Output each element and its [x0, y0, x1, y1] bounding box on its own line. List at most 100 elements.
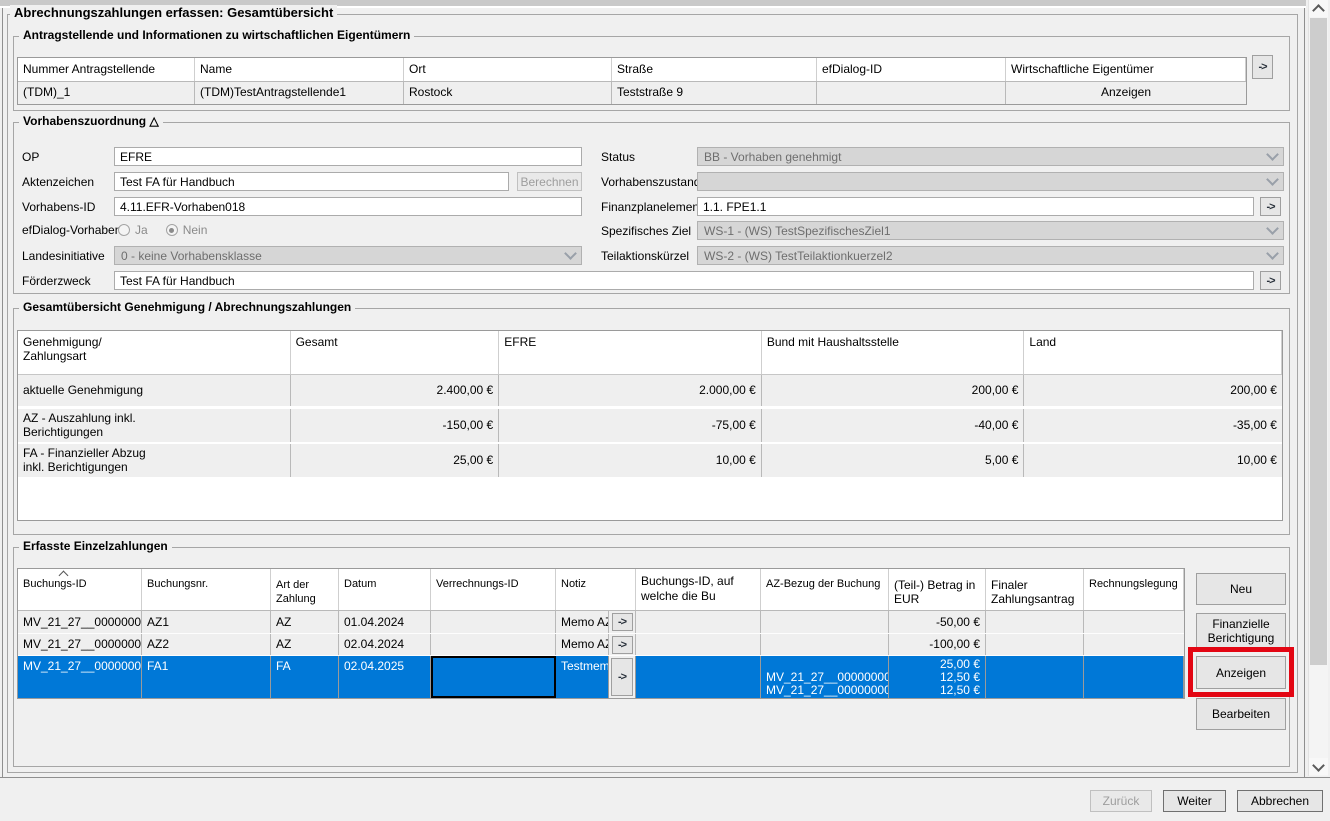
foerderzweck-detail-button[interactable]: ->	[1260, 271, 1281, 290]
status-dropdown[interactable]: BB - Vorhaben genehmigt	[697, 147, 1284, 166]
payment-az-bezug	[761, 634, 889, 655]
chevron-down-icon	[1266, 222, 1279, 235]
overview-col-efre: EFRE	[499, 331, 762, 374]
overview-col-land: Land	[1024, 331, 1282, 374]
berechnen-button[interactable]: Berechnen	[517, 172, 582, 191]
dialog-window: Abrechnungszahlungen erfassen: Gesamtübe…	[0, 0, 1330, 821]
payment-buchung-auf	[636, 611, 761, 633]
section-vorhaben: Vorhabenszuordnung △ OP EFRE Aktenzeiche…	[13, 122, 1290, 294]
payments-col-buchung-auf[interactable]: Buchungs-ID, auf welche die Bu	[636, 569, 761, 610]
vorhabenszustand-dropdown[interactable]	[697, 172, 1284, 191]
neu-button[interactable]: Neu	[1196, 573, 1286, 605]
payments-col-art[interactable]: Art der Zahlung	[271, 569, 339, 610]
payment-row-3-selected[interactable]: MV_21_27__0000000061 FA1 FA 02.04.2025 T…	[18, 656, 1184, 698]
overview-row-az[interactable]: AZ - Auszahlung inkl. Berichtigungen -15…	[18, 409, 1282, 442]
window-border-bottom	[0, 777, 1330, 778]
abbrechen-button[interactable]: Abbrechen	[1237, 790, 1323, 812]
landesinitiative-dropdown[interactable]: 0 - keine Vorhabensklasse	[114, 246, 582, 265]
payment-rechnung	[1084, 611, 1184, 633]
spezifisches-ziel-label: Spezifisches Ziel	[601, 224, 691, 238]
payment-betrag: 25,00 € 12,50 € 12,50 €	[889, 656, 986, 698]
overview-gesamt: 2.400,00 €	[291, 375, 500, 406]
vorhabens-id-field[interactable]: 4.11.EFR-Vorhaben018	[114, 197, 582, 216]
payment-verrechnung	[431, 611, 556, 633]
payments-col-rechnungslegung[interactable]: Rechnungslegung	[1084, 569, 1184, 610]
applicants-table: Nummer Antragstellende Name Ort Straße e…	[17, 57, 1247, 105]
weiter-button[interactable]: Weiter	[1163, 790, 1226, 812]
memo-open-button[interactable]: ->	[612, 636, 633, 654]
payment-row-2[interactable]: MV_21_27__0000000056 AZ2 AZ 02.04.2024 M…	[18, 634, 1184, 656]
payment-art: FA	[271, 656, 339, 698]
memo-open-button[interactable]: ->	[611, 658, 633, 696]
teilaktionskuerzel-value: WS-2 - (WS) TestTeilaktionkuerzel2	[704, 249, 893, 263]
radio-ja-label: Ja	[135, 223, 148, 237]
applicants-col-eigentuemer: Wirtschaftliche Eigentümer	[1006, 58, 1246, 81]
payment-row-1[interactable]: MV_21_27__0000000055 AZ1 AZ 01.04.2024 M…	[18, 611, 1184, 634]
memo-cell: ->	[609, 611, 636, 633]
payment-finaler	[986, 656, 1084, 698]
window-border-right	[1304, 8, 1305, 777]
applicants-col-strasse: Straße	[612, 58, 817, 81]
scroll-up-arrow[interactable]	[1309, 0, 1328, 17]
payment-datum: 01.04.2024	[339, 611, 431, 633]
memo-open-button[interactable]: ->	[612, 613, 633, 631]
scroll-down-arrow[interactable]	[1309, 758, 1328, 775]
payments-col-datum[interactable]: Datum	[339, 569, 431, 610]
chevron-down-icon	[1266, 173, 1279, 186]
teilaktionskuerzel-dropdown[interactable]: WS-2 - (WS) TestTeilaktionkuerzel2	[697, 246, 1284, 265]
payment-notiz: Testmemo	[556, 656, 609, 698]
payments-col-finaler[interactable]: Finaler Zahlungsantrag	[986, 569, 1084, 610]
applicants-detail-button[interactable]: ->	[1252, 55, 1273, 79]
payment-art: AZ	[271, 634, 339, 655]
vertical-scrollbar[interactable]	[1308, 0, 1328, 776]
payments-col-verrechnungs-id[interactable]: Verrechnungs-ID	[431, 569, 556, 610]
payments-col-betrag[interactable]: (Teil-) Betrag in EUR	[889, 569, 986, 610]
payment-id: MV_21_27__0000000061	[18, 656, 142, 698]
payment-betrag: -100,00 €	[889, 634, 986, 655]
vorhabenszustand-label: Vorhabenszustand	[601, 175, 700, 189]
radio-ja[interactable]	[118, 224, 130, 236]
aktenzeichen-field[interactable]: Test FA für Handbuch	[114, 172, 509, 191]
scrollbar-thumb[interactable]	[1310, 18, 1327, 665]
overview-col-art: Genehmigung/ Zahlungsart	[18, 331, 291, 374]
overview-bund: 5,00 €	[762, 444, 1025, 477]
memo-cell: ->	[609, 634, 636, 655]
zurueck-button[interactable]: Zurück	[1090, 790, 1152, 812]
chevron-down-icon	[1312, 759, 1325, 772]
finanzplanelement-detail-button[interactable]: ->	[1260, 197, 1281, 216]
payments-col-buchungs-id[interactable]: Buchungs-ID	[18, 569, 142, 610]
foerderzweck-field[interactable]: Test FA für Handbuch	[114, 271, 1254, 290]
payments-col-notiz[interactable]: Notiz	[556, 569, 636, 610]
op-label: OP	[22, 150, 39, 164]
payments-header-row: Buchungs-ID Buchungsnr. Art der Zahlung …	[18, 569, 1184, 611]
op-field[interactable]: EFRE	[114, 147, 582, 166]
payments-col-az-bezug[interactable]: AZ-Bezug der Buchung	[761, 569, 889, 610]
payment-verrechnung-focused-cell[interactable]	[431, 656, 556, 698]
spezifisches-ziel-dropdown[interactable]: WS-1 - (WS) TestSpezifischesZiel1	[697, 221, 1284, 240]
overview-header-row: Genehmigung/ Zahlungsart Gesamt EFRE Bun…	[18, 331, 1282, 375]
overview-row-art: AZ - Auszahlung inkl. Berichtigungen	[18, 409, 291, 442]
finanzielle-berichtigung-button[interactable]: Finanzielle Berichtigung	[1196, 613, 1286, 648]
landesinitiative-value: 0 - keine Vorhabensklasse	[121, 249, 262, 263]
applicants-row[interactable]: (TDM)_1 (TDM)TestAntragstellende1 Rostoc…	[18, 82, 1246, 104]
payment-art: AZ	[271, 611, 339, 633]
overview-row-genehmigung[interactable]: aktuelle Genehmigung 2.400,00 € 2.000,00…	[18, 375, 1282, 406]
payment-finaler	[986, 634, 1084, 655]
payment-verrechnung	[431, 634, 556, 655]
payment-id: MV_21_27__0000000056	[18, 634, 142, 655]
finanzplanelement-field[interactable]: 1.1. FPE1.1	[697, 197, 1254, 216]
applicant-name: (TDM)TestAntragstellende1	[195, 82, 404, 104]
applicants-col-name: Name	[195, 58, 404, 81]
efdialog-radio-group: Ja Nein	[118, 223, 225, 237]
bearbeiten-button[interactable]: Bearbeiten	[1196, 698, 1286, 730]
radio-nein[interactable]	[166, 224, 178, 236]
chevron-up-icon	[1312, 4, 1325, 17]
window-border-left	[2, 8, 3, 777]
applicants-header-row: Nummer Antragstellende Name Ort Straße e…	[18, 58, 1246, 82]
payments-col-buchungsnr[interactable]: Buchungsnr.	[142, 569, 271, 610]
applicant-eigentuemer-anzeigen[interactable]: Anzeigen	[1006, 82, 1246, 104]
overview-efre: 10,00 €	[499, 444, 762, 477]
overview-row-fa[interactable]: FA - Finanzieller Abzug inkl. Berichtigu…	[18, 444, 1282, 477]
overview-table: Genehmigung/ Zahlungsart Gesamt EFRE Bun…	[17, 330, 1283, 521]
overview-gesamt: 25,00 €	[291, 444, 500, 477]
